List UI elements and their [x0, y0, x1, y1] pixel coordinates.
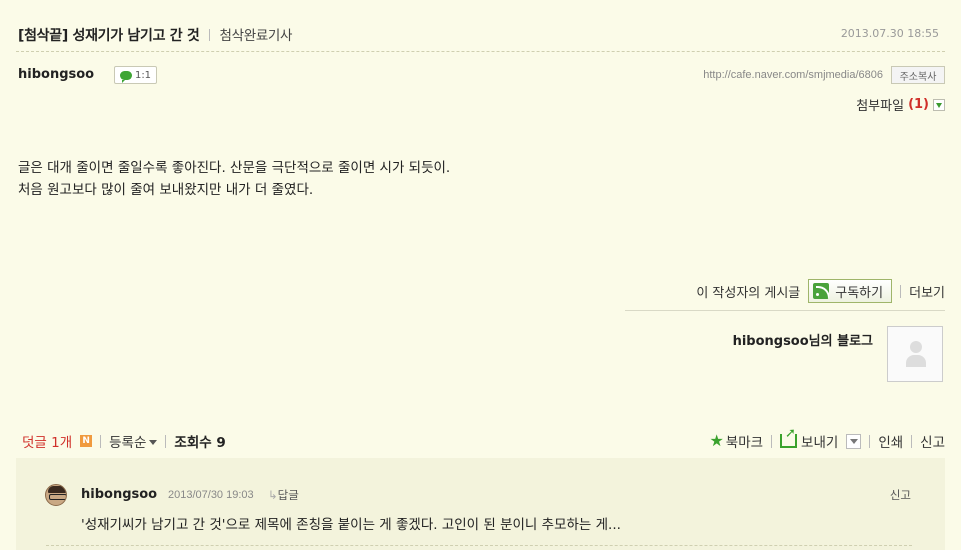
avatar[interactable]: [45, 484, 67, 506]
attachment-label: 첨부파일: [856, 99, 905, 114]
comment-reply-button[interactable]: ↳답글: [268, 487, 299, 503]
post-url[interactable]: http://cafe.naver.com/smjmedia/6806: [703, 69, 883, 81]
reply-arrow-icon: ↳: [268, 488, 278, 502]
divider: [900, 284, 902, 298]
body-line: 글은 대개 줄이면 줄일수록 좋아진다. 산문을 극단적으로 줄이면 시가 되듯…: [18, 160, 451, 176]
chevron-down-icon: [149, 440, 158, 445]
comment-text: '성재기씨가 남기고 간 것'으로 제목에 존칭을 붙이는 게 좋겠다. 고인이…: [81, 517, 621, 533]
download-icon[interactable]: [933, 98, 945, 111]
writer-posts-link[interactable]: 이 작성자의 게시글: [696, 282, 800, 301]
chat-label: 1:1: [134, 69, 152, 81]
bookmark-button[interactable]: ★ 북마크: [709, 431, 764, 452]
writer-divider: [625, 310, 945, 311]
send-dropdown-button[interactable]: [846, 433, 862, 449]
star-icon: ★: [709, 431, 724, 450]
view-count: 조회수 9: [174, 435, 226, 451]
blog-link[interactable]: hibongsoo님의 블로그: [733, 330, 873, 349]
attachment-link[interactable]: 첨부파일 (1): [856, 95, 945, 114]
bookmark-label: 북마크: [725, 435, 764, 451]
reply-label: 답글: [277, 488, 299, 502]
send-button[interactable]: 보내기: [780, 426, 839, 451]
comment-author[interactable]: hibongsoo: [81, 487, 157, 502]
post-tools: ★ 북마크 보내기 인쇄 신고: [709, 426, 945, 452]
divider: [209, 29, 211, 41]
post-date: 2013.07.30 18:55: [840, 27, 939, 40]
comments-count-link[interactable]: 덧글 1개: [22, 431, 72, 451]
divider: [771, 434, 773, 448]
new-badge: N: [80, 435, 93, 447]
more-link[interactable]: 더보기: [909, 282, 945, 301]
attachment-count: (1): [908, 97, 929, 112]
comments-section: [16, 458, 945, 550]
divider: [911, 434, 913, 448]
post-title: [첨삭끝] 성재기가 남기고 간 것: [18, 28, 200, 44]
post-category[interactable]: 첨삭완료기사: [219, 28, 292, 44]
sort-label: 등록순: [109, 435, 147, 451]
rss-icon: [813, 283, 830, 299]
comments-bar: 덧글 1개 N 등록순 조회수 9: [22, 431, 226, 451]
post-title-row: [첨삭끝] 성재기가 남기고 간 것 첨삭완료기사: [18, 24, 292, 45]
send-icon: [780, 426, 798, 448]
copy-url-button[interactable]: 주소복사: [891, 66, 945, 84]
writer-toolbar: 이 작성자의 게시글 구독하기 더보기: [696, 279, 945, 303]
report-button[interactable]: 신고: [920, 431, 945, 451]
send-label: 보내기: [801, 435, 839, 451]
profile-image[interactable]: [887, 326, 943, 382]
divider: [869, 434, 871, 448]
comment-report-button[interactable]: 신고: [890, 487, 911, 503]
comment-date: 2013/07/30 19:03: [168, 489, 254, 501]
sort-dropdown[interactable]: 등록순: [109, 431, 158, 451]
chat-icon: [119, 70, 132, 83]
post-author[interactable]: hibongsoo: [18, 67, 94, 82]
header-divider: [16, 51, 945, 52]
body-line: 처음 원고보다 많이 줄여 보내왔지만 내가 더 줄였다.: [18, 182, 314, 198]
profile-placeholder-icon: [906, 341, 926, 369]
divider: [165, 434, 167, 448]
chat-button[interactable]: 1:1: [114, 66, 157, 84]
subscribe-button[interactable]: 구독하기: [808, 279, 893, 303]
divider: [100, 434, 102, 448]
subscribe-label: 구독하기: [835, 285, 884, 301]
comment-divider: [46, 545, 912, 546]
post-body: 글은 대개 줄이면 줄일수록 좋아진다. 산문을 극단적으로 줄이면 시가 되듯…: [18, 157, 718, 201]
print-button[interactable]: 인쇄: [878, 431, 903, 451]
